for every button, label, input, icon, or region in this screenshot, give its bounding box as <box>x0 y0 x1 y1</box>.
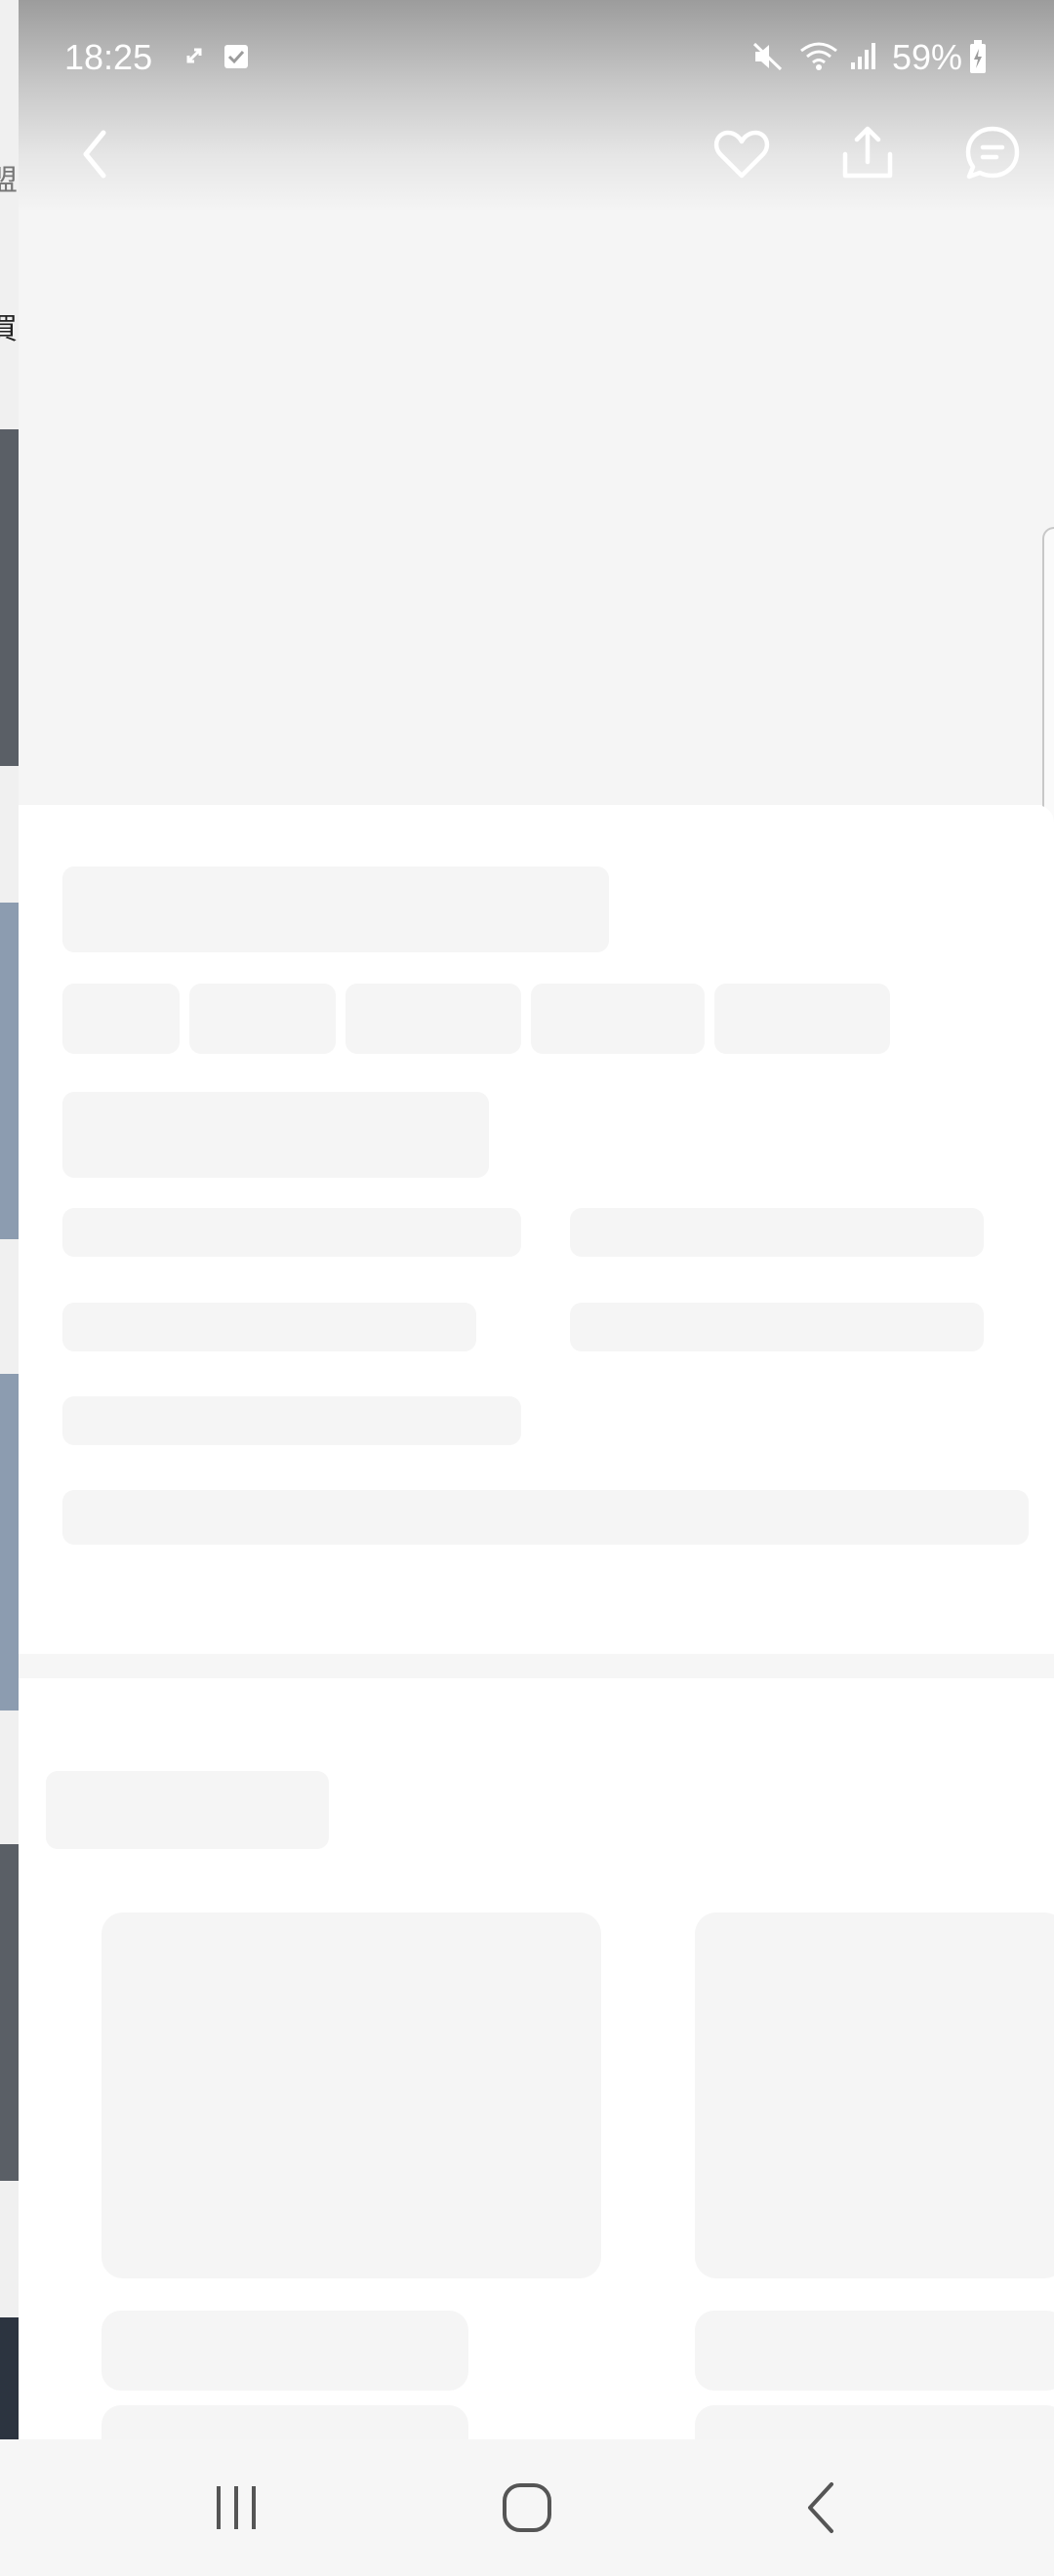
skeleton-title <box>62 866 609 952</box>
strip-char-1: 盟 <box>0 165 18 197</box>
back-arrow-icon[interactable] <box>76 125 115 183</box>
skeleton-tag <box>531 984 705 1054</box>
battery-icon <box>970 40 986 73</box>
strip-thumbnail <box>0 2317 19 2439</box>
hero-image-placeholder <box>19 210 1054 805</box>
related-section-skeleton <box>19 1678 1054 2444</box>
section-divider <box>19 1654 1054 1678</box>
skeleton-section-title <box>46 1771 329 1849</box>
task-check-icon <box>224 45 248 68</box>
skeleton-card-image <box>695 1912 1054 2278</box>
chat-icon[interactable] <box>962 123 1023 183</box>
skeleton-line <box>570 1208 984 1257</box>
skeleton-subtitle <box>62 1092 489 1178</box>
skeleton-tag <box>714 984 890 1054</box>
strip-char-2: 買 <box>0 313 18 345</box>
skeleton-card-line <box>101 2311 468 2391</box>
skeleton-line <box>62 1490 1029 1545</box>
skeleton-line <box>62 1208 521 1257</box>
wifi-icon <box>800 42 837 70</box>
strip-thumbnail <box>0 1844 19 2181</box>
status-bar: 18:25 59% <box>0 0 1054 115</box>
strip-thumbnail <box>0 903 19 1239</box>
skeleton-card-line <box>695 2311 1054 2391</box>
system-navigation-bar <box>0 2439 1054 2576</box>
back-icon[interactable] <box>802 2480 841 2535</box>
detail-card-skeleton <box>19 805 1054 1654</box>
strip-thumbnail <box>0 1374 19 1711</box>
skeleton-tag <box>345 984 521 1054</box>
skeleton-tag <box>62 984 180 1054</box>
battery-percent: 59% <box>892 37 963 77</box>
skeleton-line <box>62 1396 521 1445</box>
skeleton-line <box>62 1303 476 1351</box>
status-time: 18:25 <box>64 37 153 77</box>
skeleton-line <box>570 1303 984 1351</box>
home-icon[interactable] <box>500 2480 554 2535</box>
skeleton-card-line <box>101 2405 468 2444</box>
heart-icon[interactable] <box>712 127 771 181</box>
skeleton-card-line <box>695 2405 1054 2444</box>
strip-thumbnail <box>0 429 19 766</box>
sync-icon <box>186 48 202 63</box>
share-icon[interactable] <box>839 123 896 181</box>
skeleton-card-image <box>101 1912 601 2278</box>
signal-icon <box>851 43 875 69</box>
mute-icon <box>752 42 783 71</box>
background-page-strip: 盟 買 <box>0 0 19 2439</box>
skeleton-tag <box>189 984 336 1054</box>
recent-apps-icon[interactable] <box>207 2482 265 2533</box>
